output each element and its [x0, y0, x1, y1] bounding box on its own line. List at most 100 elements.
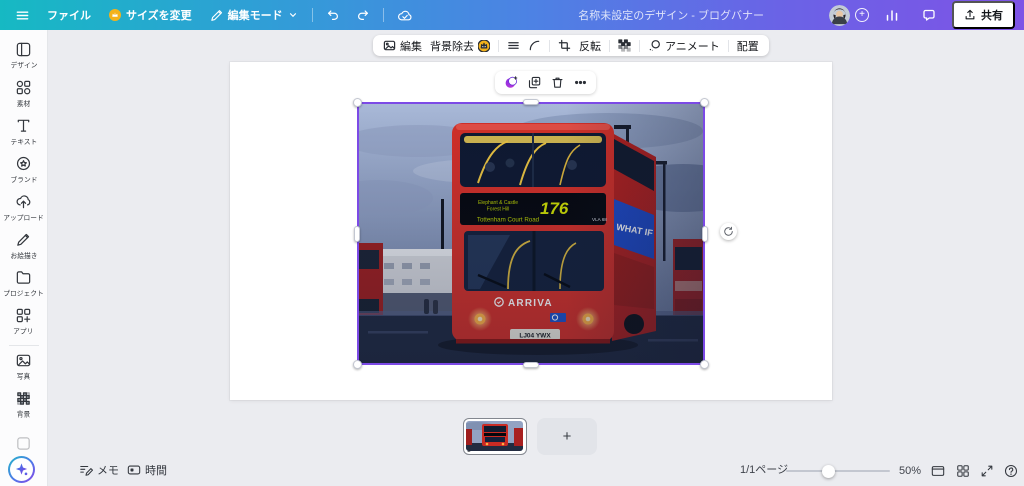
sidebar-divider	[9, 345, 39, 346]
trash-icon	[551, 76, 564, 89]
sidebar-item-background[interactable]: 背景	[1, 386, 47, 424]
transparency-checker-icon	[618, 39, 631, 52]
notes-icon	[79, 463, 93, 477]
toolbar-divider	[728, 40, 729, 52]
insights-button[interactable]	[878, 4, 906, 26]
comments-button[interactable]	[915, 4, 943, 26]
sidebar-item-label: ブランド	[10, 175, 37, 185]
crop-button[interactable]	[558, 39, 571, 52]
transparency-button[interactable]	[618, 39, 631, 52]
sidebar-item-photos[interactable]: 写真	[1, 348, 47, 386]
background-remover-button[interactable]: 背景除去	[430, 38, 490, 54]
ai-assistant-button[interactable]	[8, 456, 35, 483]
sidebar-item-projects[interactable]: プロジェクト	[1, 265, 47, 303]
avatar[interactable]	[829, 5, 850, 26]
sidebar-item-apps[interactable]: アプリ	[1, 303, 47, 341]
ai-recolor-icon	[504, 76, 518, 90]
add-page-label: +	[563, 428, 572, 445]
sidebar-item-label: アップロード	[3, 213, 44, 223]
notes-button[interactable]: メモ	[79, 462, 119, 478]
redo-icon	[356, 8, 370, 22]
sidebar-item-design[interactable]: デザイン	[1, 37, 47, 75]
edit-image-icon	[383, 39, 396, 52]
sidebar-item-elements[interactable]: 素材	[1, 75, 47, 113]
resize-handle-top-right[interactable]	[700, 98, 709, 107]
animate-button[interactable]: アニメート	[648, 38, 720, 54]
file-menu-button[interactable]: ファイル	[39, 3, 99, 27]
text-icon	[15, 117, 32, 134]
sidebar: デザイン 素材 テキスト ブランド アップロード お絵描き プロジェクト アプリ…	[0, 30, 48, 486]
resize-handle-top-left[interactable]	[353, 98, 362, 107]
edit-image-button[interactable]: 編集	[383, 38, 422, 54]
present-view-button[interactable]	[931, 464, 945, 478]
main-menu-button[interactable]	[8, 4, 37, 27]
page-thumbnail-1[interactable]: 1	[463, 418, 527, 455]
rotate-icon	[723, 226, 734, 237]
bus-photo: WHAT IF Elephant & Castle Forest Hill 17…	[358, 103, 704, 364]
redo-button[interactable]	[349, 4, 377, 26]
duplicate-button[interactable]	[528, 76, 541, 89]
sidebar-item-label: 背景	[17, 410, 31, 420]
selected-image[interactable]: WHAT IF Elephant & Castle Forest Hill 17…	[358, 103, 704, 364]
add-member-button[interactable]: +	[855, 8, 869, 22]
sidebar-item-text[interactable]: テキスト	[1, 113, 47, 151]
folder-icon	[15, 269, 32, 286]
adjust-button[interactable]	[507, 39, 520, 52]
sidebar-item-label: 写真	[17, 372, 31, 382]
delete-button[interactable]	[551, 76, 564, 89]
sparkle-icon	[14, 462, 29, 477]
position-button[interactable]: 配置	[737, 38, 759, 54]
file-menu-label: ファイル	[47, 7, 91, 23]
topbar-divider	[312, 8, 313, 22]
share-button[interactable]: 共有	[952, 1, 1015, 29]
brand-badge-icon	[15, 155, 32, 172]
zoom-slider-handle[interactable]	[822, 465, 835, 478]
background-remover-label: 背景除去	[430, 38, 474, 54]
corner-rounding-button[interactable]	[528, 39, 541, 52]
selection-quick-toolbar	[495, 71, 596, 94]
help-button[interactable]	[1004, 464, 1018, 478]
editor-canvas[interactable]: 編集 背景除去 反転 アニメート 配置	[48, 30, 1024, 486]
duration-button[interactable]: 時間	[127, 462, 167, 478]
flip-button[interactable]: 反転	[579, 38, 601, 54]
chat-bubble-icon	[922, 8, 936, 22]
chevron-down-icon	[288, 10, 298, 20]
elements-icon	[15, 79, 32, 96]
resize-handle-right[interactable]	[702, 226, 708, 242]
sidebar-item-draw[interactable]: お絵描き	[1, 227, 47, 265]
zoom-percentage: 50%	[899, 465, 921, 477]
ai-assistant-inner	[10, 458, 33, 481]
rotate-handle[interactable]	[720, 223, 737, 240]
sidebar-item-label: プロジェクト	[3, 289, 44, 299]
resize-handle-bottom-left[interactable]	[353, 360, 362, 369]
undo-button[interactable]	[319, 4, 347, 26]
grid-view-button[interactable]	[956, 464, 970, 478]
top-bar: ファイル サイズを変更 編集モード 名称未設定のデザイン - ブログバナー +	[0, 0, 1024, 30]
share-label: 共有	[981, 7, 1003, 23]
zoom-slider-track[interactable]	[786, 470, 890, 472]
apps-grid-icon	[15, 307, 32, 324]
resize-handle-left[interactable]	[354, 226, 360, 242]
resize-handle-bottom-right[interactable]	[700, 360, 709, 369]
fullscreen-button[interactable]	[980, 464, 994, 478]
sidebar-item-brand[interactable]: ブランド	[1, 151, 47, 189]
resize-handle-bottom[interactable]	[523, 362, 539, 368]
help-icon	[1004, 464, 1018, 478]
resize-handle-top[interactable]	[523, 99, 539, 105]
sidebar-item-uploads[interactable]: アップロード	[1, 189, 47, 227]
pencil-icon	[210, 9, 223, 22]
more-options-button[interactable]	[574, 76, 587, 89]
topbar-left-group: ファイル サイズを変更 編集モード	[0, 3, 420, 27]
add-page-button[interactable]: +	[537, 418, 597, 455]
topbar-divider	[383, 8, 384, 22]
document-title[interactable]: 名称未設定のデザイン - ブログバナー	[578, 7, 764, 23]
toolbar-divider	[498, 40, 499, 52]
edit-image-label: 編集	[400, 38, 422, 54]
sidebar-item-label: テキスト	[10, 137, 37, 147]
save-status-button[interactable]	[390, 5, 420, 26]
undo-icon	[326, 8, 340, 22]
ai-recolor-button[interactable]	[504, 76, 518, 90]
resize-button[interactable]: サイズを変更	[101, 3, 200, 27]
edit-mode-button[interactable]: 編集モード	[202, 3, 306, 27]
flip-label: 反転	[579, 38, 601, 54]
